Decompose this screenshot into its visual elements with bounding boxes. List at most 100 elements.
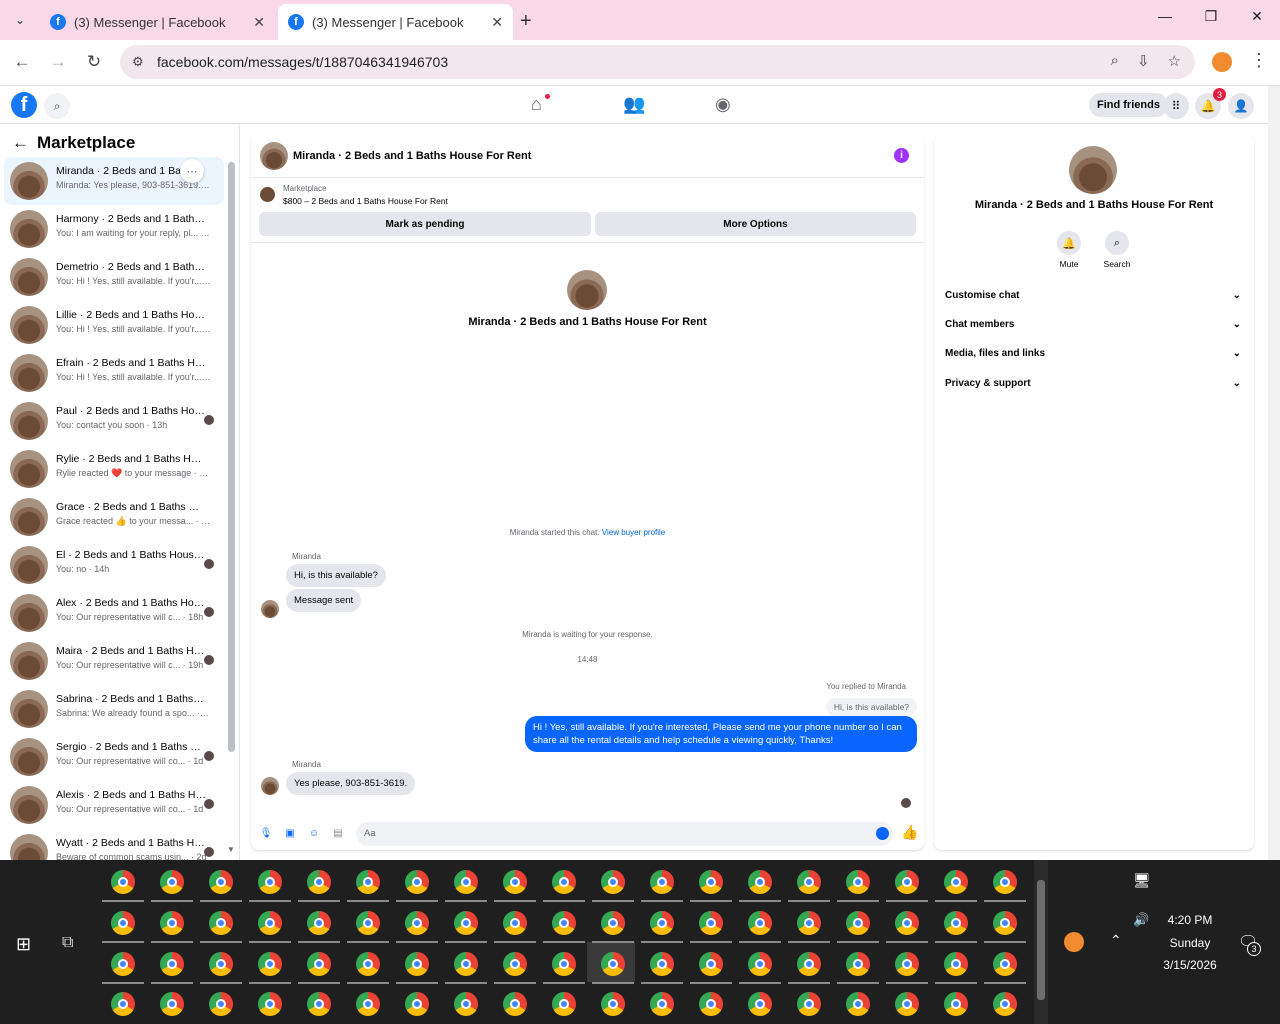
browser-tab-1[interactable]: f (3) Messenger | Facebook ✕ xyxy=(40,4,275,40)
taskbar-browser-icon[interactable] xyxy=(454,911,478,935)
clock-date[interactable]: 3/15/2026 xyxy=(1150,958,1230,972)
taskbar-browser-icon[interactable] xyxy=(160,911,184,935)
microphone-icon[interactable]: 🎙 xyxy=(259,826,273,840)
browser-tab-2[interactable]: f (3) Messenger | Facebook ✕ xyxy=(278,4,513,40)
sender-avatar[interactable] xyxy=(261,600,279,618)
back-arrow-icon[interactable]: ← xyxy=(12,133,29,153)
new-tab-button[interactable]: + xyxy=(520,10,532,33)
outgoing-message[interactable]: Hi ! Yes, still available. If you're int… xyxy=(525,716,917,752)
volume-icon[interactable]: 🔊 xyxy=(1133,912,1149,928)
taskbar-browser-icon[interactable] xyxy=(993,992,1017,1016)
conversation-item[interactable]: Alex · 2 Beds and 1 Baths House For Rent… xyxy=(4,589,224,637)
taskbar-browser-icon[interactable] xyxy=(797,870,821,894)
taskbar-browser-icon[interactable] xyxy=(258,911,282,935)
taskbar-browser-icon[interactable] xyxy=(797,952,821,976)
taskbar-browser-icon[interactable] xyxy=(503,992,527,1016)
conversation-item[interactable]: Grace · 2 Beds and 1 Baths House For Ren… xyxy=(4,493,224,541)
taskbar-browser-icon[interactable] xyxy=(699,870,723,894)
section-privacy-support[interactable]: Privacy & support ⌄ xyxy=(945,378,1241,389)
tab-search-icon[interactable]: ⌄ xyxy=(8,8,32,32)
conversation-item[interactable]: Efrain · 2 Beds and 1 Baths House For Re… xyxy=(4,349,224,397)
taskbar-browser-icon[interactable] xyxy=(650,870,674,894)
clock-day[interactable]: Sunday xyxy=(1150,936,1230,950)
taskbar-browser-icon[interactable] xyxy=(895,911,919,935)
more-options-button[interactable]: More Options xyxy=(595,212,916,236)
mark-as-pending-button[interactable]: Mark as pending xyxy=(259,212,591,236)
conversation-item[interactable]: Wyatt · 2 Beds and 1 Baths House For Ren… xyxy=(4,829,224,860)
taskbar-browser-icon[interactable] xyxy=(503,952,527,976)
taskbar-browser-icon[interactable] xyxy=(503,911,527,935)
taskbar-browser-icon[interactable] xyxy=(895,952,919,976)
info-icon[interactable]: i xyxy=(894,148,909,163)
extension-icon[interactable] xyxy=(1212,52,1232,72)
taskbar-browser-icon[interactable] xyxy=(601,992,625,1016)
conversation-item[interactable]: Lillie · 2 Beds and 1 Baths House For Re… xyxy=(4,301,224,349)
taskbar-browser-icon[interactable] xyxy=(209,992,233,1016)
taskbar-browser-icon[interactable] xyxy=(944,911,968,935)
back-icon[interactable]: ← xyxy=(10,52,34,72)
taskbar-browser-icon[interactable] xyxy=(160,992,184,1016)
taskbar-browser-icon[interactable] xyxy=(356,911,380,935)
taskbar-browser-icon[interactable] xyxy=(650,952,674,976)
taskbar-browser-icon[interactable] xyxy=(846,911,870,935)
taskbar-browser-icon[interactable] xyxy=(748,870,772,894)
taskbar-browser-icon[interactable] xyxy=(307,992,331,1016)
bookmark-star-icon[interactable]: ☆ xyxy=(1168,52,1181,70)
conversation-item[interactable]: Harmony · 2 Beds and 1 Baths House For R… xyxy=(4,205,224,253)
taskbar-browser-icon[interactable] xyxy=(552,992,576,1016)
home-icon[interactable]: ⌂ xyxy=(531,94,542,115)
taskbar-browser-icon[interactable] xyxy=(503,870,527,894)
close-window-icon[interactable]: ✕ xyxy=(1245,8,1269,25)
windows-start-icon[interactable]: ⊞ xyxy=(16,934,31,955)
contact-avatar[interactable] xyxy=(567,270,607,310)
view-buyer-profile-link[interactable]: View buyer profile xyxy=(602,528,665,537)
taskbar-browser-icon[interactable] xyxy=(895,992,919,1016)
clock-time[interactable]: 4:20 PM xyxy=(1150,913,1230,927)
site-info-icon[interactable]: ⚙ xyxy=(132,54,144,70)
taskbar-browser-icon[interactable] xyxy=(405,952,429,976)
taskbar-browser-icon[interactable] xyxy=(552,952,576,976)
taskbar-browser-icon[interactable] xyxy=(895,870,919,894)
install-app-icon[interactable]: ⇩ xyxy=(1137,52,1150,70)
taskbar-browser-icon[interactable] xyxy=(993,911,1017,935)
taskbar-browser-icon[interactable] xyxy=(160,870,184,894)
thumbs-up-icon[interactable]: 👍 xyxy=(901,824,918,841)
taskbar-browser-icon[interactable] xyxy=(454,870,478,894)
taskbar-browser-icon[interactable] xyxy=(454,952,478,976)
taskbar-browser-icon[interactable] xyxy=(356,952,380,976)
chat-title[interactable]: Miranda · 2 Beds and 1 Baths House For R… xyxy=(293,150,531,162)
conversation-item[interactable]: Miranda · 2 Beds and 1 Baths House For R… xyxy=(4,157,224,205)
taskbar-scroll-thumb[interactable] xyxy=(1037,880,1045,1000)
section-media-files[interactable]: Media, files and links ⌄ xyxy=(945,348,1241,359)
taskbar-browser-icon[interactable] xyxy=(699,952,723,976)
forward-icon[interactable]: → xyxy=(46,52,70,72)
taskbar-browser-icon[interactable] xyxy=(748,911,772,935)
network-icon[interactable]: 🖥 xyxy=(1133,872,1151,889)
taskbar-browser-icon[interactable] xyxy=(454,992,478,1016)
info-avatar[interactable] xyxy=(1069,146,1117,194)
taskbar-browser-icon[interactable] xyxy=(797,992,821,1016)
task-view-icon[interactable]: ⧉ xyxy=(62,934,73,952)
friends-icon[interactable]: 👥 xyxy=(623,94,645,115)
taskbar-browser-icon[interactable] xyxy=(699,992,723,1016)
browser-menu-icon[interactable]: ⋮ xyxy=(1250,50,1268,71)
taskbar-browser-icon[interactable] xyxy=(307,870,331,894)
facebook-logo-icon[interactable]: f xyxy=(11,92,37,118)
taskbar-browser-icon[interactable] xyxy=(111,952,135,976)
taskbar-browser-icon[interactable] xyxy=(748,952,772,976)
taskbar-browser-icon[interactable] xyxy=(356,992,380,1016)
search-button[interactable]: ⌕ Search xyxy=(1097,231,1137,269)
message-input[interactable]: Aa xyxy=(356,822,893,846)
taskbar-browser-icon[interactable] xyxy=(650,992,674,1016)
reload-icon[interactable]: ↻ xyxy=(82,52,106,72)
taskbar-browser-icon[interactable] xyxy=(650,911,674,935)
page-scrollbar[interactable] xyxy=(1268,86,1280,860)
conversation-more-icon[interactable]: ⋯ xyxy=(180,159,204,183)
groups-icon[interactable]: ◉ xyxy=(715,94,731,115)
chat-avatar[interactable] xyxy=(260,142,288,170)
taskbar-browser-icon[interactable] xyxy=(797,911,821,935)
menu-grid-icon[interactable]: ⠿ xyxy=(1163,93,1189,119)
section-customise-chat[interactable]: Customise chat ⌄ xyxy=(945,290,1241,301)
taskbar-browser-icon[interactable] xyxy=(258,952,282,976)
conversation-item[interactable]: Demetrio · 2 Beds and 1 Baths House For … xyxy=(4,253,224,301)
